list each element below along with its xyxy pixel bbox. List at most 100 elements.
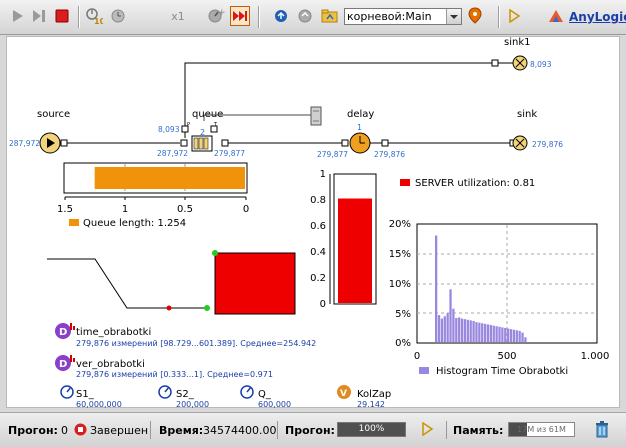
hist-y-tick: 20%	[389, 219, 411, 230]
navigate-icon	[275, 10, 287, 22]
queue-legend-swatch	[69, 219, 79, 226]
chevron-down-icon[interactable]	[446, 9, 461, 24]
variable-value: 29.142	[357, 400, 385, 409]
anylogic-link[interactable]: AnyLogic	[569, 10, 626, 24]
time-value: 34574400.00	[203, 424, 277, 437]
histogram-bar	[492, 325, 495, 342]
util-tick-label: 0	[320, 299, 326, 310]
agent-dot	[166, 305, 172, 311]
dataset-name: time_obrabotki	[76, 327, 151, 338]
agent-dot	[212, 250, 218, 256]
virtual-time-button[interactable]	[230, 6, 250, 26]
queue-tick-label: 1.5	[57, 204, 73, 215]
memory-value: 17M из 61M	[517, 425, 566, 434]
run-button[interactable]	[8, 6, 28, 26]
agent-folder-button[interactable]	[320, 6, 340, 26]
dataset-time-obrabotki[interactable]: D time_obrabotki 279,876 измерений [98.7…	[55, 323, 316, 348]
slow-down-button[interactable]: 10	[84, 6, 104, 26]
queue-tick-label: 1	[122, 204, 128, 215]
histogram-bar	[486, 324, 490, 342]
speed-slider-thumb[interactable]	[310, 106, 322, 126]
dataset-ver-obrabotki[interactable]: D ver_obrabotki 279,876 измерений [0.333…	[55, 355, 273, 379]
hist-y-tick: 10%	[389, 279, 411, 290]
speed-label: x1	[171, 9, 185, 23]
param-s2[interactable]: S2_ 200,000	[158, 385, 209, 409]
param-q[interactable]: Q_ 600,000	[240, 385, 291, 409]
queue-length-bar	[94, 167, 246, 189]
histogram-bar	[521, 332, 524, 342]
navigate-back-button[interactable]	[272, 6, 292, 26]
utilization-bar	[338, 198, 372, 303]
histogram-bar	[524, 337, 527, 342]
param-value: 200,000	[176, 400, 209, 409]
histogram-bar	[458, 317, 461, 342]
anylogic-logo	[546, 6, 566, 26]
sink-label: sink	[517, 109, 537, 120]
location-button[interactable]	[466, 6, 486, 26]
memory-bar: 17M из 61M	[508, 422, 575, 437]
experiment-run-button[interactable]	[504, 6, 524, 26]
util-tick-label: 0.8	[310, 195, 326, 206]
histogram-bar	[481, 323, 484, 342]
queue-count-in: 287,972	[157, 149, 188, 158]
trash-icon[interactable]	[595, 421, 609, 441]
svg-text:D: D	[59, 359, 67, 370]
svg-text:V: V	[340, 389, 347, 399]
sink1-label: sink1	[504, 37, 530, 48]
status-bar: Прогон: 0 Завершен Время: 34574400.00 Пр…	[0, 412, 626, 447]
dataset-summary: 279,876 измерений [0.333...1]. Среднее=0…	[76, 370, 273, 379]
play-icon	[13, 10, 23, 22]
util-legend: SERVER utilization: 0.81	[415, 178, 535, 189]
navigate-forward-button[interactable]	[296, 6, 316, 26]
dataset-name: ver_obrabotki	[76, 359, 145, 370]
util-tick-label: 0.4	[310, 247, 326, 258]
dataset-summary: 279,876 измерений [98.729...601.389]. Ср…	[76, 339, 316, 348]
run-value: 0	[61, 424, 68, 437]
variable-kolzap[interactable]: V KolZap 29.142	[337, 385, 391, 409]
histogram-bar	[455, 318, 458, 342]
histogram-bar	[507, 328, 510, 342]
histogram-bar	[501, 327, 504, 342]
param-name: Q_	[258, 389, 272, 400]
param-value: 60,000,000	[76, 400, 122, 409]
queue-count-top: 8,093	[158, 125, 180, 134]
histogram-bar	[498, 326, 501, 342]
histogram-bar	[515, 330, 518, 342]
histogram-legend: Histogram Time Obrabotki	[436, 366, 568, 377]
histogram-bar	[489, 325, 492, 342]
param-name: S1_	[76, 389, 95, 400]
histogram-bar	[495, 326, 498, 342]
param-value: 600,000	[258, 400, 291, 409]
realtime-button[interactable]	[108, 6, 128, 26]
hist-y-tick: 5%	[395, 309, 411, 320]
agent-selector[interactable]: корневой:Main	[344, 8, 462, 25]
delay-capacity: 1	[357, 123, 362, 132]
hist-x-tick: 0	[414, 351, 420, 362]
param-s1[interactable]: S1_ 60,000,000	[60, 385, 122, 409]
step-button[interactable]	[30, 6, 50, 26]
resource-box	[214, 252, 296, 315]
histogram-bar	[449, 289, 452, 342]
time-label: Время:	[159, 424, 204, 437]
sink1-count: 8,093	[530, 60, 552, 69]
stop-button[interactable]	[52, 6, 72, 26]
stop-icon	[55, 9, 69, 23]
histogram-bar	[469, 320, 472, 342]
memory-label: Память:	[453, 424, 504, 437]
step-icon	[33, 10, 45, 22]
histogram-bar	[435, 235, 438, 342]
queue-length-chart: 1.5 1 0.5 0 Queue length: 1.254	[57, 162, 249, 229]
histogram-bar	[452, 308, 455, 342]
util-tick-label: 0.6	[310, 221, 326, 232]
slow-down-icon: 10	[86, 8, 103, 25]
histogram-bar	[478, 322, 481, 342]
delay-count-in: 279,877	[317, 150, 348, 159]
agent-dot	[204, 305, 210, 311]
clock-icon	[111, 9, 125, 23]
queue-tick-label: 0	[243, 204, 249, 215]
run-experiment-icon[interactable]	[420, 421, 434, 439]
histogram-bar	[460, 318, 464, 342]
queue-tick-label: 0.5	[177, 204, 193, 215]
speed-up-button[interactable]: +	[206, 6, 226, 26]
delay-label: delay	[347, 109, 374, 120]
